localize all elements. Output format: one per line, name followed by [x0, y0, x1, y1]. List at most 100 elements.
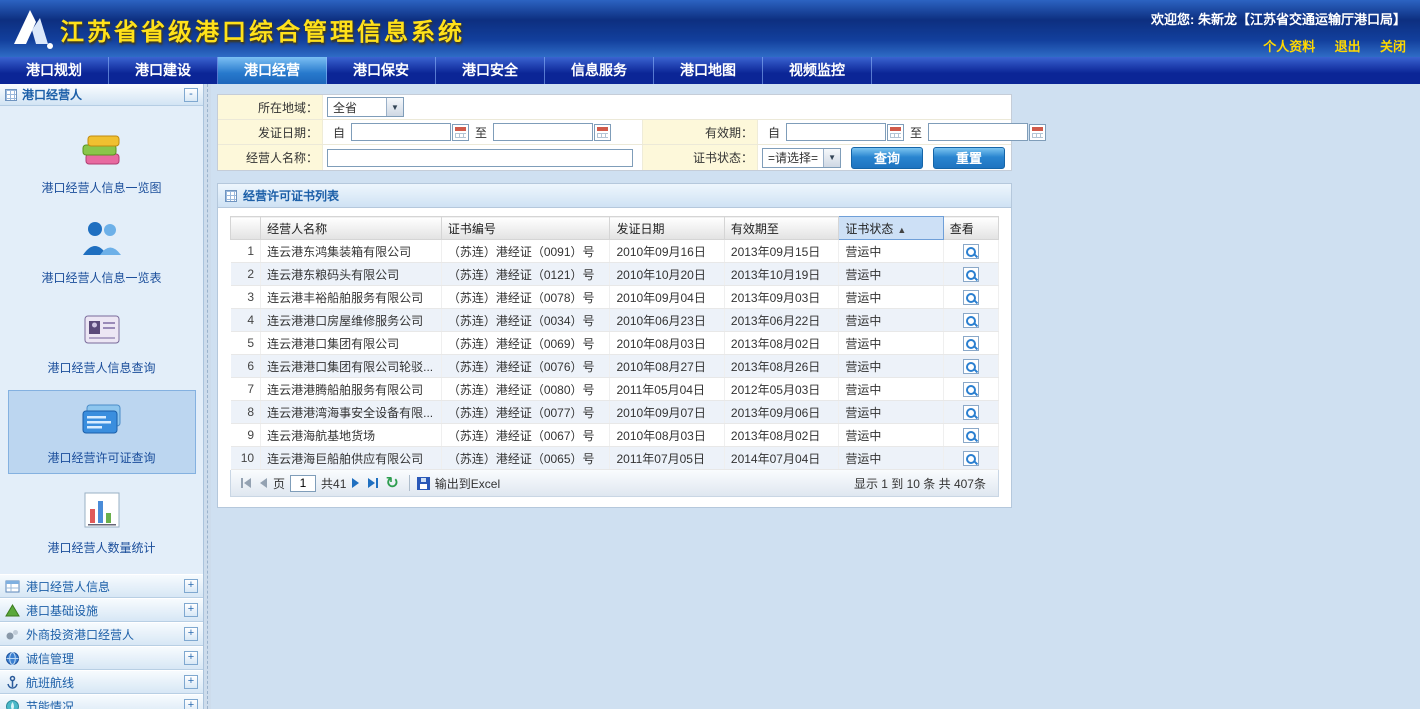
expand-button[interactable]: + — [184, 603, 198, 617]
expand-button[interactable]: + — [184, 627, 198, 641]
collapse-button[interactable]: - — [184, 88, 198, 102]
logout-link[interactable]: 退出 — [1335, 39, 1361, 54]
table-row[interactable]: 1 连云港东鸿集装箱有限公司 （苏连）港经证（0091）号 2010年09月16… — [231, 240, 999, 263]
tab-video-monitor[interactable]: 视频监控 — [763, 57, 872, 84]
table-row[interactable]: 10 连云港海巨船舶供应有限公司 （苏连）港经证（0065）号 2011年07月… — [231, 447, 999, 470]
calendar-icon[interactable] — [594, 124, 611, 141]
tab-info-service[interactable]: 信息服务 — [545, 57, 654, 84]
col-operator-name[interactable]: 经营人名称 — [261, 217, 442, 240]
close-link[interactable]: 关闭 — [1380, 39, 1406, 54]
total-pages: 共41 — [321, 475, 346, 492]
panel-grid-icon — [5, 89, 17, 101]
prev-page-button[interactable] — [255, 474, 273, 492]
sidebar-splitter[interactable] — [204, 84, 211, 709]
region-label: 所在地域： — [218, 95, 323, 119]
table-row[interactable]: 6 连云港港口集团有限公司轮驳... （苏连）港经证（0076）号 2010年0… — [231, 355, 999, 378]
first-page-button[interactable] — [237, 474, 255, 492]
reset-button[interactable]: 重置 — [933, 147, 1005, 169]
people-icon — [78, 217, 126, 263]
page-label: 页 — [273, 475, 285, 492]
export-excel-button[interactable]: 输出到Excel — [417, 475, 500, 492]
expand-button[interactable]: + — [184, 579, 198, 593]
view-detail-icon[interactable] — [963, 428, 979, 443]
issue-date-to-input[interactable] — [493, 123, 593, 141]
validity-label: 有效期： — [643, 120, 758, 144]
tab-port-planning[interactable]: 港口规划 — [0, 57, 109, 84]
col-issue-date[interactable]: 发证日期 — [610, 217, 724, 240]
view-detail-icon[interactable] — [963, 359, 979, 374]
tab-port-safety[interactable]: 港口安全 — [436, 57, 545, 84]
query-button[interactable]: 查询 — [851, 147, 923, 169]
table-row[interactable]: 4 连云港港口房屋维修服务公司 （苏连）港经证（0034）号 2010年06月2… — [231, 309, 999, 332]
refresh-icon[interactable]: ↻ — [385, 473, 398, 493]
globe-icon — [5, 651, 20, 666]
expand-button[interactable]: + — [184, 699, 198, 709]
sidebar-groups: 港口经营人信息 + 港口基础设施 + 外商投资港口经营人 + — [0, 574, 203, 709]
last-page-button[interactable] — [364, 474, 382, 492]
col-valid-until[interactable]: 有效期至 — [724, 217, 838, 240]
expand-button[interactable]: + — [184, 675, 198, 689]
table-icon — [5, 579, 20, 594]
group-port-infrastructure[interactable]: 港口基础设施 + — [0, 598, 203, 622]
col-cert-status[interactable]: 证书状态▲ — [839, 217, 943, 240]
view-detail-icon[interactable] — [963, 405, 979, 420]
expand-button[interactable]: + — [184, 651, 198, 665]
operator-name-input[interactable] — [327, 149, 633, 167]
view-detail-icon[interactable] — [963, 290, 979, 305]
table-row[interactable]: 7 连云港港腾船舶服务有限公司 （苏连）港经证（0080）号 2011年05月0… — [231, 378, 999, 401]
list-grid-icon — [225, 190, 237, 202]
calendar-icon[interactable] — [452, 124, 469, 141]
sidebar: 港口经营人 - 港口经营人信息一览图 — [0, 84, 204, 709]
region-select[interactable]: 全省 ▼ — [327, 97, 404, 117]
welcome-text: 欢迎您: 朱新龙【江苏省交通运输厅港口局】 — [1151, 9, 1406, 28]
table-row[interactable]: 5 连云港港口集团有限公司 （苏连）港经证（0069）号 2010年08月03日… — [231, 332, 999, 355]
group-integrity-management[interactable]: 诚信管理 + — [0, 646, 203, 670]
bar-chart-icon — [78, 487, 126, 533]
sidebar-item-operator-overview-chart[interactable]: 港口经营人信息一览图 — [8, 120, 196, 204]
view-detail-icon[interactable] — [963, 244, 979, 259]
sidebar-panel-header[interactable]: 港口经营人 - — [0, 84, 203, 106]
calendar-icon[interactable] — [1029, 124, 1046, 141]
col-cert-number[interactable]: 证书编号 — [441, 217, 610, 240]
table-row[interactable]: 8 连云港港湾海事安全设备有限... （苏连）港经证（0077）号 2010年0… — [231, 401, 999, 424]
sidebar-item-label: 港口经营人信息一览表 — [41, 271, 161, 285]
tab-port-construction[interactable]: 港口建设 — [109, 57, 218, 84]
issue-date-label: 发证日期： — [218, 120, 323, 144]
view-detail-icon[interactable] — [963, 382, 979, 397]
sidebar-item-operator-info-query[interactable]: 港口经营人信息查询 — [8, 300, 196, 384]
sidebar-item-label: 港口经营人数量统计 — [47, 541, 155, 555]
next-page-button[interactable] — [346, 474, 364, 492]
calendar-icon[interactable] — [887, 124, 904, 141]
chevron-down-icon: ▼ — [823, 149, 840, 167]
issue-date-from-input[interactable] — [351, 123, 451, 141]
sidebar-item-operator-statistics[interactable]: 港口经营人数量统计 — [8, 480, 196, 564]
cert-status-label: 证书状态： — [643, 145, 758, 170]
group-operator-info[interactable]: 港口经营人信息 + — [0, 574, 203, 598]
list-title-bar: 经营许可证书列表 — [218, 184, 1011, 208]
group-foreign-invested-operators[interactable]: 外商投资港口经营人 + — [0, 622, 203, 646]
view-detail-icon[interactable] — [963, 451, 979, 466]
table-row[interactable]: 2 连云港东粮码头有限公司 （苏连）港经证（0121）号 2010年10月20日… — [231, 263, 999, 286]
energy-icon — [5, 699, 20, 709]
group-shipping-routes[interactable]: 航班航线 + — [0, 670, 203, 694]
page-number-input[interactable] — [290, 475, 316, 492]
pagination-bar: 页 共41 ↻ 输出到Excel 显示 1 到 10 条 共 — [230, 470, 999, 497]
profile-link[interactable]: 个人资料 — [1263, 39, 1315, 54]
validity-to-input[interactable] — [928, 123, 1028, 141]
tab-port-map[interactable]: 港口地图 — [654, 57, 763, 84]
view-detail-icon[interactable] — [963, 267, 979, 282]
table-header-row: 经营人名称 证书编号 发证日期 有效期至 证书状态▲ 查看 — [231, 217, 999, 240]
sidebar-item-operator-overview-table[interactable]: 港口经营人信息一览表 — [8, 210, 196, 294]
list-title: 经营许可证书列表 — [243, 187, 339, 204]
cert-status-select[interactable]: =请选择= ▼ — [762, 148, 841, 168]
sidebar-item-license-query[interactable]: 港口经营许可证查询 — [8, 390, 196, 474]
group-energy-saving[interactable]: 节能情况 + — [0, 694, 203, 709]
table-row[interactable]: 3 连云港丰裕船舶服务有限公司 （苏连）港经证（0078）号 2010年09月0… — [231, 286, 999, 309]
tab-port-operation[interactable]: 港口经营 — [218, 57, 327, 84]
validity-from-input[interactable] — [786, 123, 886, 141]
view-detail-icon[interactable] — [963, 313, 979, 328]
table-row[interactable]: 9 连云港海航基地货场 （苏连）港经证（0067）号 2010年08月03日 2… — [231, 424, 999, 447]
tab-port-security[interactable]: 港口保安 — [327, 57, 436, 84]
to-label: 至 — [475, 124, 487, 141]
view-detail-icon[interactable] — [963, 336, 979, 351]
